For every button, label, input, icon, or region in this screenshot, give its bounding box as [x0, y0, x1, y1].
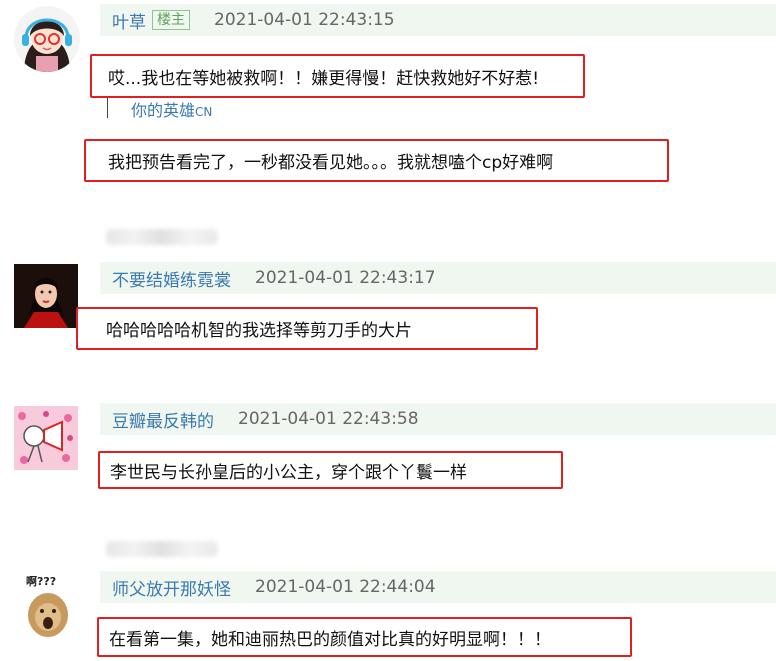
blurred-text: [106, 541, 218, 557]
comment-header: 不要结婚练霓裳 2021-04-01 22:43:17: [100, 262, 776, 294]
username-link[interactable]: 师父放开那妖怪: [112, 575, 231, 600]
quote-author-link[interactable]: 你的英雄CN: [131, 97, 212, 121]
comment-header: 豆瓣最反韩的 2021-04-01 22:43:58: [100, 403, 776, 435]
blurred-text: [106, 229, 218, 245]
comment-text: 李世民与长孙皇后的小公主，穿个跟个丫鬟一样: [98, 451, 563, 489]
op-badge: 楼主: [152, 10, 190, 30]
comment-body: 在看第一集，她和迪丽热巴的颜值对比真的好明显啊！！！: [109, 629, 551, 650]
girl-with-headphones-icon: [22, 18, 72, 72]
username-link[interactable]: 不要结婚练霓裳: [112, 266, 231, 291]
comment-text: 哈哈哈哈哈机智的我选择等剪刀手的大片: [76, 307, 538, 350]
comment-text: 我把预告看完了，一秒都没看见她。。。我就想嗑个cp好难啊: [84, 139, 669, 182]
megaphone-sticker-icon: [14, 406, 78, 470]
quote-text: 哎...我也在等她被救啊！！嫌更得慢！赶快救她好不好惹!: [108, 68, 540, 89]
monkey-face-icon: [28, 593, 68, 637]
quote-author-name: 你的英雄: [131, 101, 196, 120]
comment-text: 在看第一集，她和迪丽热巴的颜值对比真的好明显啊！！！: [97, 617, 632, 657]
timestamp: 2021-04-01 22:44:04: [255, 577, 436, 597]
actress-portrait-icon: [14, 264, 78, 328]
timestamp: 2021-04-01 22:43:15: [214, 10, 395, 30]
username-link[interactable]: 豆瓣最反韩的: [112, 407, 214, 432]
avatar[interactable]: [14, 6, 80, 72]
comment-header: 叶草 楼主 2021-04-01 22:43:15: [100, 4, 776, 36]
quoted-comment: 哎...我也在等她被救啊！！嫌更得慢！赶快救她好不好惹!: [90, 54, 585, 98]
avatar[interactable]: [14, 264, 78, 328]
timestamp: 2021-04-01 22:43:17: [255, 268, 436, 288]
avatar[interactable]: 啊???: [14, 571, 80, 639]
avatar[interactable]: [14, 406, 78, 470]
timestamp: 2021-04-01 22:43:58: [238, 409, 419, 429]
comment-body: 哈哈哈哈哈机智的我选择等剪刀手的大片: [106, 321, 412, 341]
comment-header: 师父放开那妖怪 2021-04-01 22:44:04: [100, 571, 776, 603]
comment-body: 李世民与长孙皇后的小公主，穿个跟个丫鬟一样: [110, 462, 467, 483]
reply-text: 我把预告看完了，一秒都没看见她。。。我就想嗑个cp好难啊: [108, 153, 554, 173]
quote-author-suffix: CN: [195, 105, 213, 119]
username-link[interactable]: 叶草: [112, 8, 146, 33]
